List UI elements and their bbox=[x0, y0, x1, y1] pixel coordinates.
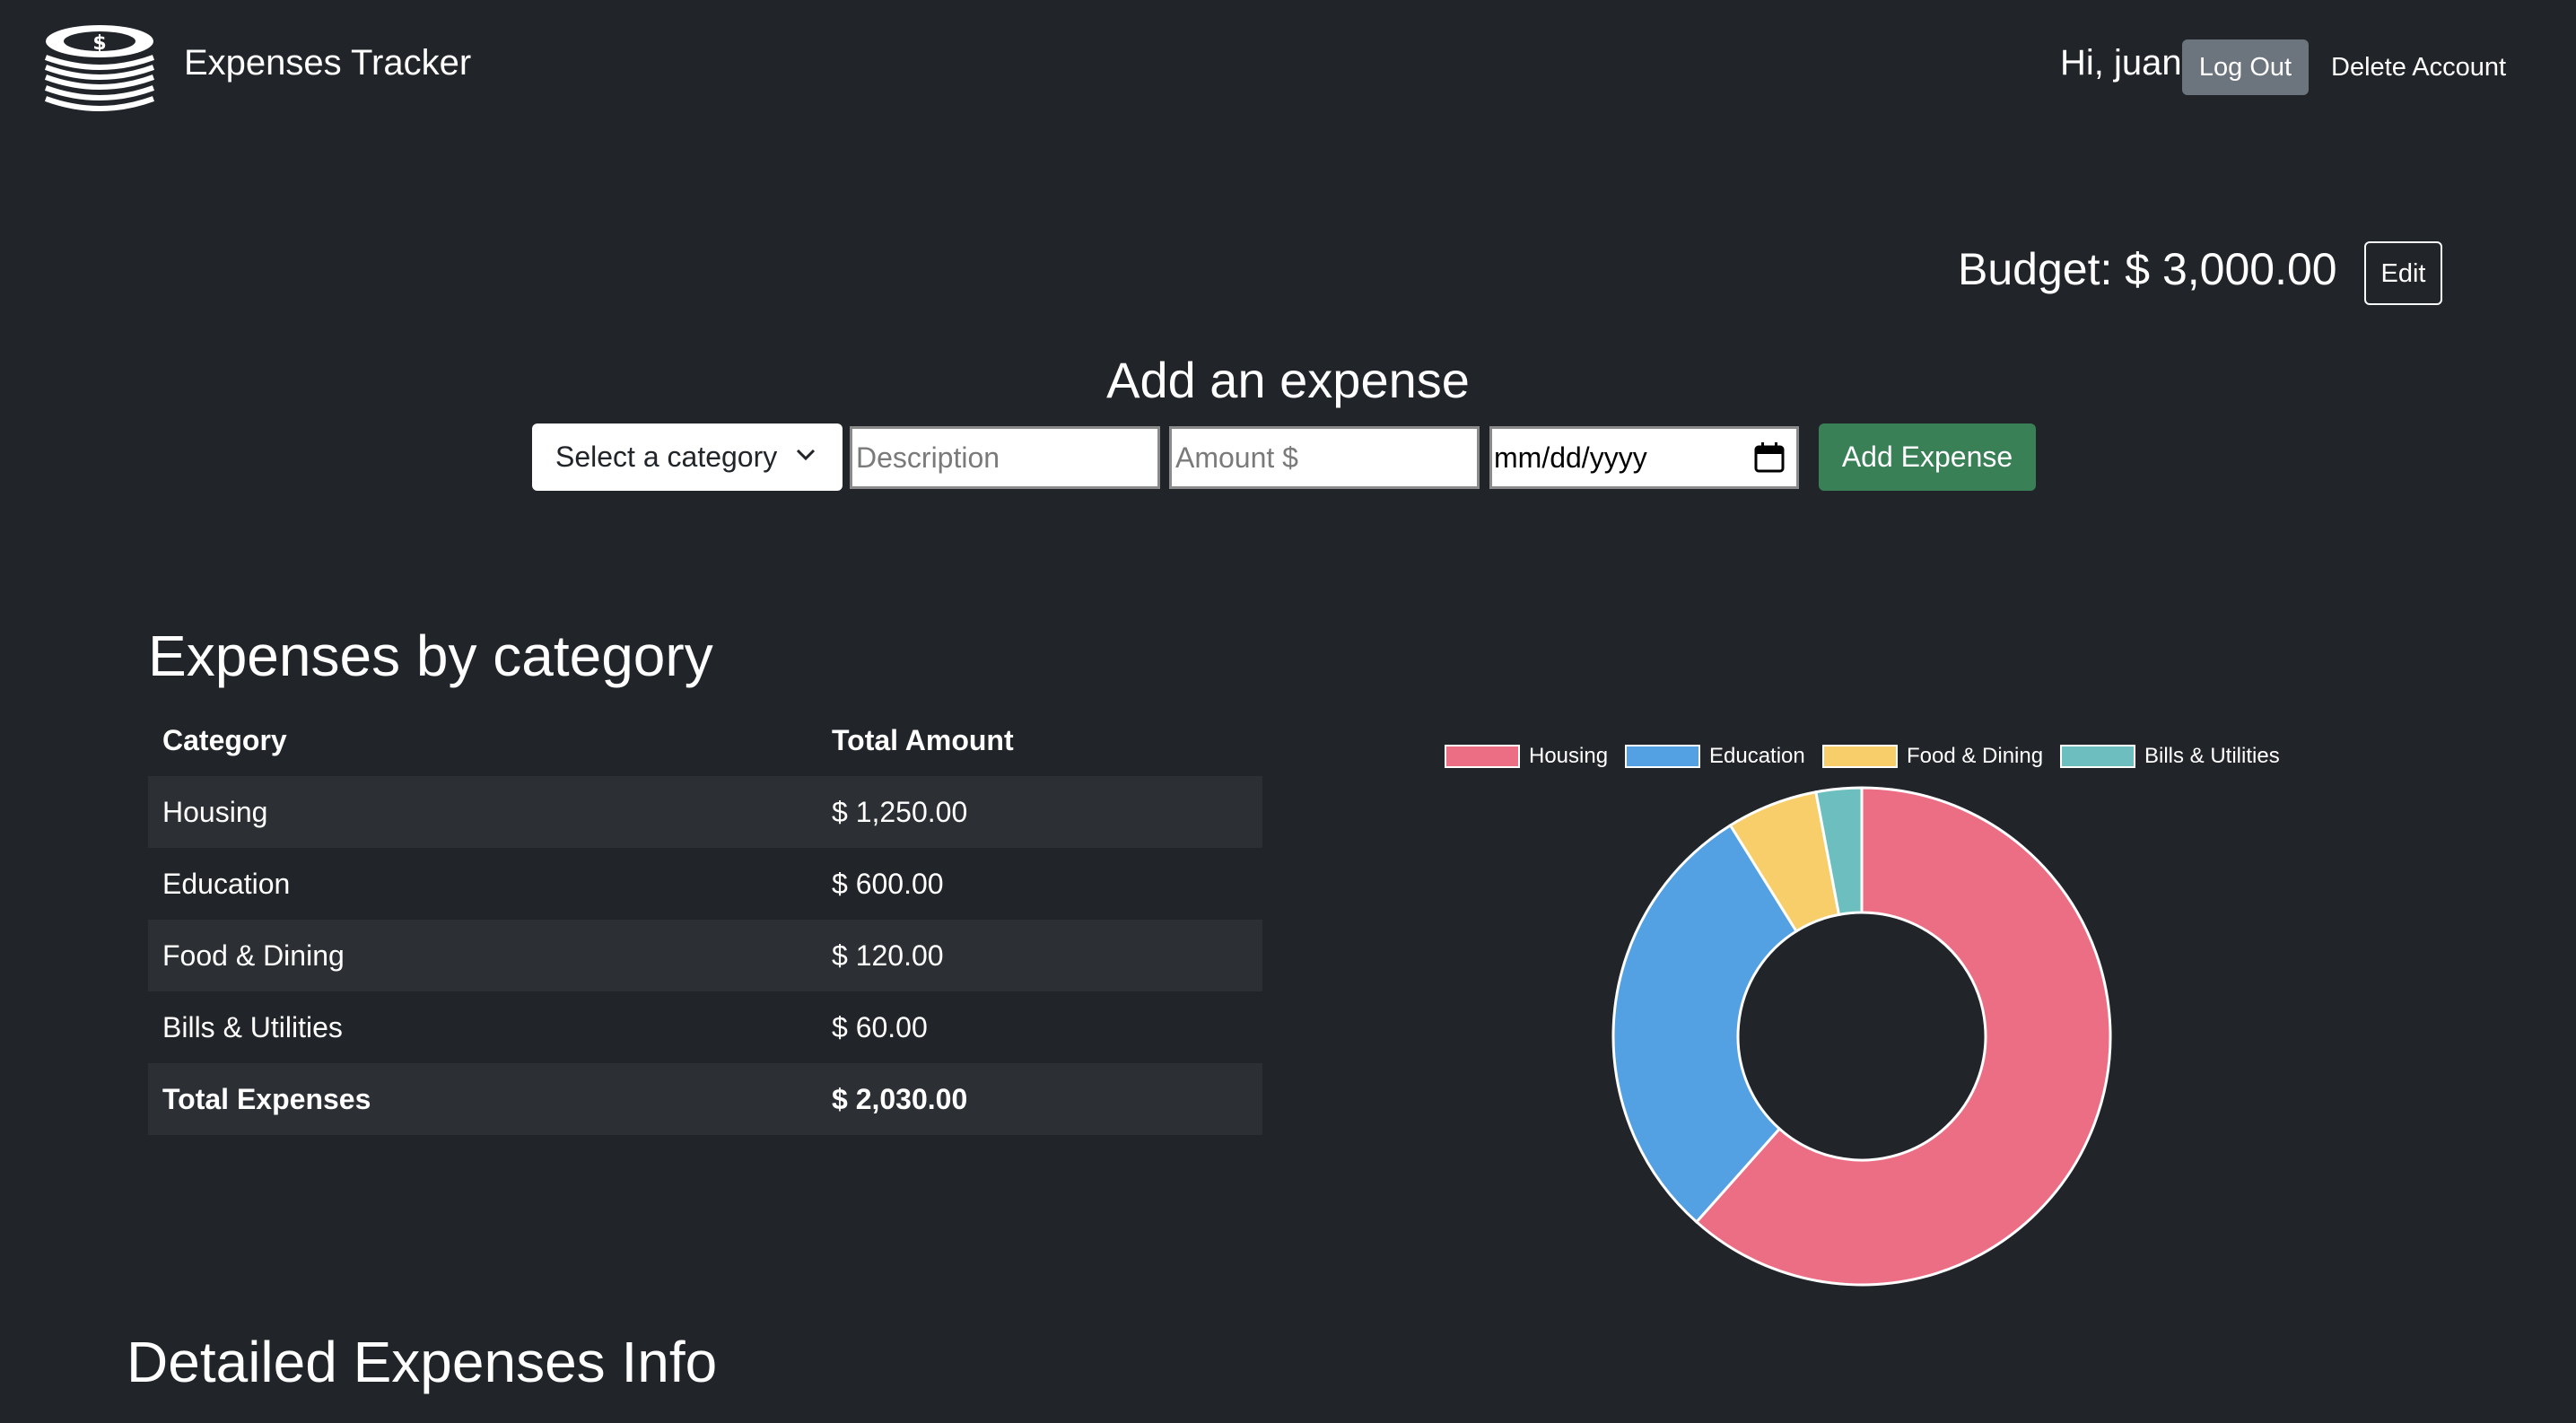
legend-label: Bills & Utilities bbox=[2144, 744, 2280, 768]
user-greeting: Hi, juan bbox=[2060, 43, 2182, 83]
category-select[interactable]: Select a category bbox=[532, 423, 843, 491]
app-title[interactable]: Expenses Tracker bbox=[184, 39, 471, 86]
column-header-amount: Total Amount bbox=[832, 724, 1014, 756]
delete-account-link[interactable]: Delete Account bbox=[2331, 39, 2506, 95]
coin-stack-icon: $ bbox=[44, 25, 155, 111]
date-input[interactable]: mm/dd/yyyy bbox=[1489, 426, 1799, 489]
legend-label: Food & Dining bbox=[1907, 744, 2044, 768]
amount-cell: $ 1,250.00 bbox=[832, 796, 968, 828]
legend-swatch bbox=[2060, 745, 2135, 768]
svg-text:$: $ bbox=[92, 32, 106, 55]
category-cell: Housing bbox=[162, 796, 268, 828]
total-label: Total Expenses bbox=[162, 1083, 371, 1115]
table-row: Bills & Utilities $ 60.00 bbox=[148, 991, 1262, 1063]
legend-swatch bbox=[1445, 745, 1520, 768]
legend-label: Housing bbox=[1529, 744, 1609, 768]
description-input[interactable] bbox=[850, 426, 1160, 489]
logout-button[interactable]: Log Out bbox=[2182, 39, 2309, 95]
category-cell: Food & Dining bbox=[162, 939, 345, 972]
expenses-by-category-title: Expenses by category bbox=[148, 624, 713, 688]
category-select-value: Select a category bbox=[555, 441, 778, 473]
date-input-value: mm/dd/yyyy bbox=[1494, 441, 1647, 474]
table-header: Category Total Amount bbox=[148, 704, 1262, 776]
expenses-donut-chart bbox=[1611, 786, 2112, 1287]
add-expense-button[interactable]: Add Expense bbox=[1819, 423, 2036, 491]
category-cell: Education bbox=[162, 868, 291, 900]
legend-label: Education bbox=[1709, 744, 1805, 768]
category-table: Category Total Amount Housing $ 1,250.00… bbox=[148, 704, 1262, 1135]
table-row: Education $ 600.00 bbox=[148, 848, 1262, 920]
legend-swatch bbox=[1625, 745, 1700, 768]
column-header-category: Category bbox=[162, 724, 287, 756]
calendar-icon[interactable] bbox=[1753, 441, 1786, 474]
chevron-down-icon bbox=[796, 449, 816, 461]
amount-cell: $ 600.00 bbox=[832, 868, 944, 900]
table-row: Food & Dining $ 120.00 bbox=[148, 920, 1262, 991]
table-row: Housing $ 1,250.00 bbox=[148, 776, 1262, 848]
amount-cell: $ 60.00 bbox=[832, 1011, 928, 1043]
category-cell: Bills & Utilities bbox=[162, 1011, 343, 1043]
add-expense-title: Add an expense bbox=[1106, 352, 1470, 408]
legend-swatch bbox=[1822, 745, 1898, 768]
detailed-expenses-title: Detailed Expenses Info bbox=[127, 1330, 718, 1394]
amount-cell: $ 120.00 bbox=[832, 939, 944, 972]
table-total-row: Total Expenses $ 2,030.00 bbox=[148, 1063, 1262, 1135]
amount-input[interactable] bbox=[1169, 426, 1480, 489]
budget-display: Budget: $ 3,000.00 bbox=[1958, 244, 2337, 294]
total-amount: $ 2,030.00 bbox=[832, 1083, 968, 1115]
edit-budget-button[interactable]: Edit bbox=[2364, 241, 2442, 305]
